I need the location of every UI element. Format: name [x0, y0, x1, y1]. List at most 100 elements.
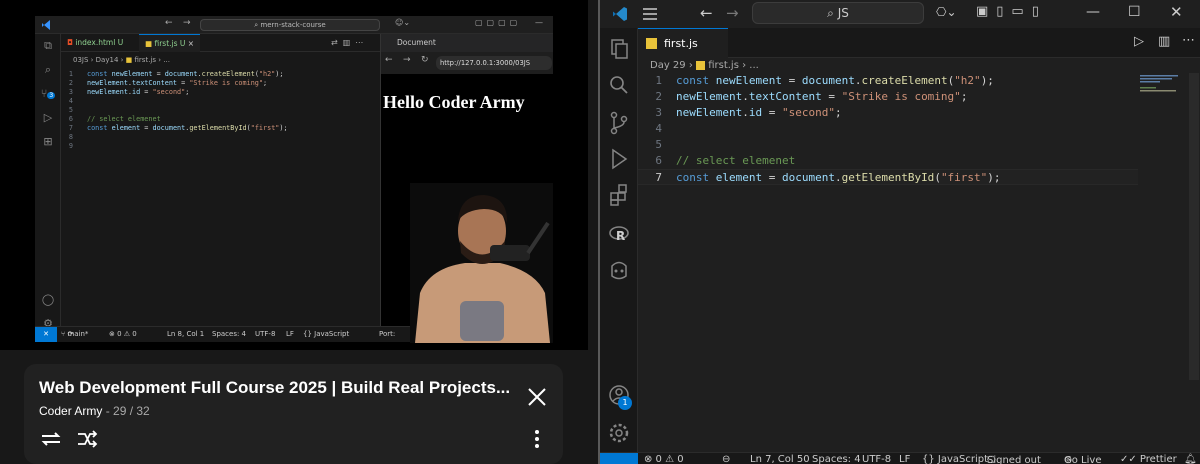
line-number: 4	[655, 122, 662, 135]
close-window-icon[interactable]: ✕	[1170, 3, 1183, 21]
run-file-icon[interactable]: ▷	[1134, 34, 1144, 49]
r-language-icon[interactable]: R	[600, 218, 638, 252]
shuffle-icon[interactable]	[75, 428, 99, 450]
code-line[interactable]: 5	[61, 106, 381, 115]
playlist-title[interactable]: Web Development Full Course 2025 | Build…	[39, 378, 509, 398]
layout-toggle-icons[interactable]: ▣▯▭▯	[976, 4, 1047, 19]
explorer-icon: ⧉	[44, 39, 52, 52]
cursor-position[interactable]: Ln 7, Col 50	[750, 454, 810, 464]
code-editor[interactable]: 1 const newElement = document.createEleme…	[638, 73, 1138, 185]
screen: ← → ⌕ mern-stack-course ☺⌄ ▢▢▢▢ — ⧉ ⌕ ⑂ 3…	[0, 0, 1200, 464]
line-number: 8	[68, 133, 73, 141]
video-breadcrumb: 03JS › Day14 › ■ first.js › ...	[73, 56, 170, 64]
channel-name[interactable]: Coder Army	[39, 404, 102, 418]
back-icon[interactable]: ←	[700, 4, 713, 22]
code-line[interactable]: 9	[61, 142, 381, 151]
problems-status[interactable]: ⊗ 0 ⚠ 0	[644, 454, 684, 464]
encoding-status: UTF-8	[255, 330, 276, 338]
minimize-icon[interactable]: —	[1086, 4, 1100, 20]
code-line[interactable]: 4	[61, 97, 381, 106]
video-player[interactable]: ← → ⌕ mern-stack-course ☺⌄ ▢▢▢▢ — ⧉ ⌕ ⑂ 3…	[0, 0, 588, 350]
close-icon[interactable]	[524, 384, 550, 410]
source-control-icon[interactable]	[600, 106, 638, 140]
more-actions-icon[interactable]: ⋯	[1182, 33, 1195, 48]
code-line[interactable]: 6 // select elemenet	[61, 115, 381, 124]
extensions-icon[interactable]	[600, 178, 638, 212]
explorer-icon[interactable]	[600, 32, 638, 66]
maximize-icon[interactable]: ☐	[1128, 4, 1141, 20]
line-number: 1	[68, 70, 73, 78]
titlebar: ← → ⌕ JS ⎔⌄ ▣▯▭▯ — ☐ ✕	[600, 0, 1200, 28]
run-debug-icon[interactable]	[600, 142, 638, 176]
video-activity-bar: ⧉ ⌕ ⑂ 3 ▷ ⊞ ◯ ⚙	[35, 34, 61, 334]
code-line[interactable]: 4	[638, 121, 1138, 137]
code-line[interactable]: 5	[638, 137, 1138, 153]
code-line[interactable]: 8	[61, 133, 381, 142]
split-editor-icon[interactable]: ▥	[1158, 34, 1170, 49]
menu-icon[interactable]	[642, 7, 658, 21]
eol-status[interactable]: LF	[899, 454, 910, 464]
eol-status: LF	[286, 330, 294, 338]
tab-index-html: ◘ index.html U	[67, 38, 124, 47]
status-bar: ⊗ 0 ⚠ 0 ⊖ Ln 7, Col 50 Spaces: 4 UTF-8 L…	[600, 452, 1200, 464]
breadcrumb: Day 29 › first.js › ...	[650, 60, 759, 71]
settings-gear-icon[interactable]	[600, 416, 638, 450]
remote-icon[interactable]	[600, 453, 638, 464]
playlist-position: - 29 / 32	[102, 404, 150, 418]
line-number: 4	[68, 97, 73, 105]
browser-heading: Hello Coder Army	[383, 92, 525, 112]
forward-icon[interactable]: →	[726, 4, 739, 22]
editor-scrollbar[interactable]	[1189, 73, 1199, 380]
forward-icon: →	[403, 55, 411, 65]
notifications-icon[interactable]: 🔔︎	[1184, 454, 1197, 464]
minimap[interactable]	[1138, 73, 1188, 93]
loop-icon[interactable]	[39, 428, 63, 450]
line-number: 7	[655, 171, 662, 184]
tab-first-js: ■ first.js U ×	[139, 34, 201, 52]
js-file-icon	[696, 60, 706, 70]
code-line[interactable]: 2 newElement.textContent = "Strike is com…	[61, 79, 381, 88]
encoding-status[interactable]: UTF-8	[862, 454, 891, 464]
video-command-center: ⌕ mern-stack-course	[200, 19, 380, 31]
line-code: // select elemenet	[676, 154, 796, 167]
video-vscode-titlebar: ← → ⌕ mern-stack-course ☺⌄ ▢▢▢▢ —	[35, 16, 553, 34]
back-icon: ←	[165, 18, 173, 28]
extensions-icon: ⊞	[43, 135, 53, 148]
js-file-icon	[646, 38, 657, 49]
js-file-icon: ■	[125, 56, 133, 64]
search-icon[interactable]	[600, 68, 638, 102]
back-icon: ←	[385, 55, 393, 65]
code-line[interactable]: 6 // select elemenet	[638, 153, 1138, 169]
code-line[interactable]: 7 const element = document.getElementById…	[638, 169, 1138, 185]
code-line[interactable]: 1 const newElement = document.createEleme…	[61, 70, 381, 79]
more-options-icon[interactable]	[532, 428, 542, 450]
editor-tabs: first.js ▷ ▥ ⋯	[638, 28, 1200, 58]
close-icon: ×	[187, 39, 195, 48]
language-status[interactable]: {} JavaScript	[922, 454, 988, 464]
vscode-window: ← → ⌕ JS ⎔⌄ ▣▯▭▯ — ☐ ✕ R 1 first.js ▷ ▥ …	[600, 0, 1200, 464]
code-line[interactable]: 1 const newElement = document.createEleme…	[638, 73, 1138, 89]
line-code: // select elemenet	[87, 115, 161, 123]
line-number: 3	[68, 88, 73, 96]
port-status: Port:	[379, 330, 396, 338]
indentation-status: Spaces: 4	[212, 330, 247, 338]
line-code: newElement.id = "second";	[676, 106, 842, 119]
code-line[interactable]: 3 newElement.id = "second";	[638, 105, 1138, 121]
minimize-icon: —	[535, 18, 543, 27]
tab-first-js[interactable]: first.js	[638, 28, 728, 58]
forward-icon: →	[183, 18, 191, 28]
line-number: 6	[68, 115, 73, 123]
accounts-badge: 1	[618, 396, 632, 410]
command-center-search[interactable]: ⌕ JS	[752, 2, 924, 24]
zoom-icon[interactable]: ⊖	[722, 454, 730, 464]
prettier-status[interactable]: ✓✓ Prettier	[1120, 454, 1177, 464]
code-line[interactable]: 2 newElement.textContent = "Strike is com…	[638, 89, 1138, 105]
copilot-chat-icon[interactable]	[600, 254, 638, 288]
copilot-icon[interactable]: ⎔⌄	[936, 5, 957, 19]
account-icon: ◯	[41, 293, 55, 306]
code-line[interactable]: 3 newElement.id = "second";	[61, 88, 381, 97]
indentation-status[interactable]: Spaces: 4	[812, 454, 861, 464]
cursor-position: Ln 8, Col 1	[167, 330, 205, 338]
editor-actions-icons: ⇄▥⋯	[331, 38, 369, 47]
code-line[interactable]: 7 const element = document.getElementById…	[61, 124, 381, 133]
